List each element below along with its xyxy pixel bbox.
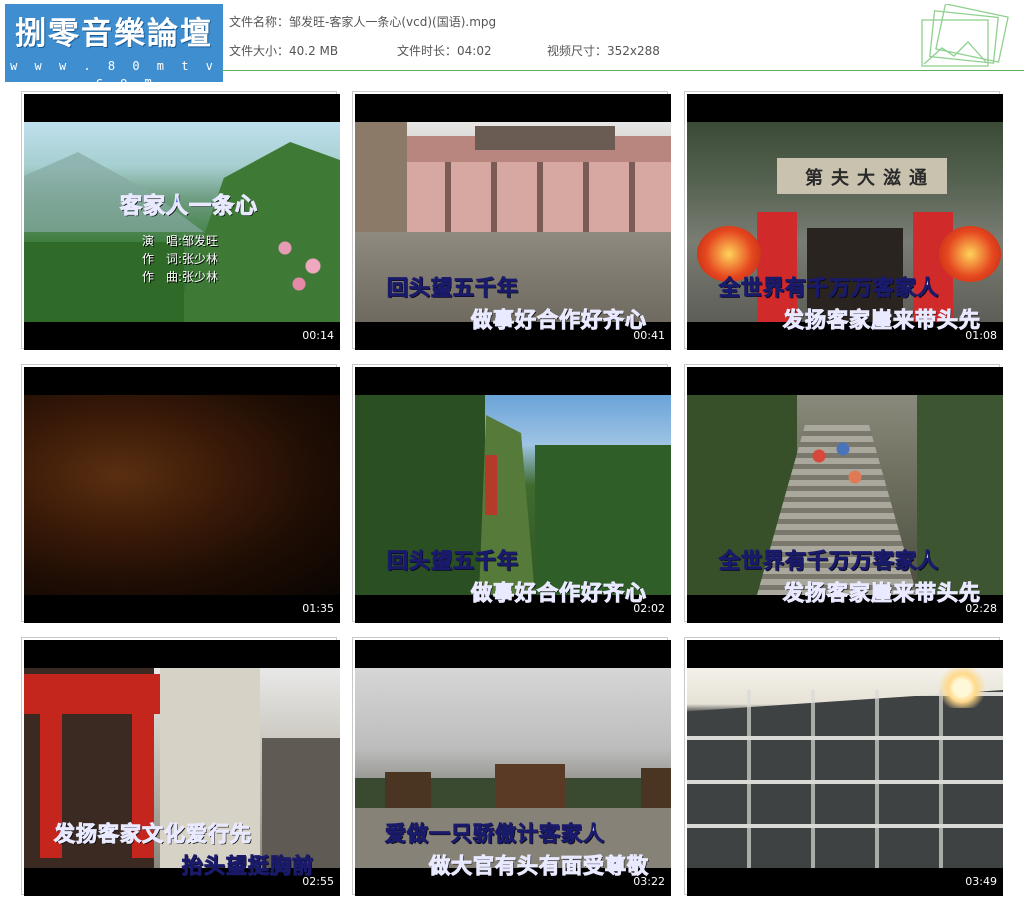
timestamp: 03:22 [633, 875, 665, 888]
lyric-line-2: 发扬客家崖来带头先 [783, 308, 981, 333]
file-size-label: 文件大小： [229, 44, 290, 58]
composer-credit: 作 曲:张少林 [142, 270, 219, 284]
thumbnail-0349[interactable]: 03:49 [684, 637, 1003, 896]
file-name-label: 文件名称： [229, 15, 290, 29]
lyric-line-1: 回头望五千年 [387, 276, 519, 301]
file-name-row: 文件名称：邹发旺-客家人一条心(vcd)(国语).mpg [229, 13, 496, 30]
timestamp: 00:41 [633, 329, 665, 342]
lyric-line-2: 抬头望挺胸前 [182, 854, 314, 879]
lyric-line-2: 发扬客家崖来带头先 [783, 581, 981, 606]
thumbnail-0135[interactable]: 01:35 [21, 364, 340, 623]
site-logo: 捌零音樂論壇 w w w . 8 0 m t v . c o m [5, 4, 223, 89]
thumbnail-0228[interactable]: 全世界有千万万客家人 发扬客家崖来带头先 02:28 [684, 364, 1003, 623]
lyric-line-1: 爱做一只骄傲计客家人 [385, 822, 605, 847]
lyric-line-1: 发扬客家文化爱行先 [54, 822, 252, 847]
thumbnail-0014[interactable]: 客家人一条心 演 唱:邹发旺 作 词:张少林 作 曲:张少林 00:14 [21, 91, 340, 350]
lyric-line-1: 全世界有千万万客家人 [719, 276, 939, 301]
hall-signboard: 第夫大滋通 [805, 168, 935, 189]
video-dims-label: 视频尺寸： [547, 44, 608, 58]
thumbnail-0255[interactable]: 发扬客家文化爱行先 抬头望挺胸前 02:55 [21, 637, 340, 896]
timestamp: 03:49 [965, 875, 997, 888]
picture-stack-icon [921, 4, 1009, 67]
song-credits: 演 唱:邹发旺 作 词:张少林 作 曲:张少林 [142, 232, 218, 286]
lyric-line-2: 做事好合作好齐心 [471, 308, 647, 333]
file-duration-label: 文件时长： [397, 44, 458, 58]
thumbnail-0202[interactable]: 回头望五千年 做事好合作好齐心 02:02 [352, 364, 671, 623]
song-title-caption: 客家人一条心 [119, 194, 259, 220]
file-duration-row: 文件时长：04:02 [397, 42, 492, 59]
file-size-row: 文件大小：40.2 MB [229, 42, 338, 59]
header-divider [222, 70, 1024, 71]
timestamp: 02:02 [633, 602, 665, 615]
logo-url: w w w . 8 0 m t v . c o m [10, 59, 218, 89]
lyric-line-2: 做大官有头有面受尊敬 [429, 854, 649, 879]
timestamp: 01:08 [965, 329, 997, 342]
logo-text: 捌零音樂論壇 [15, 16, 213, 52]
file-name-value: 邹发旺-客家人一条心(vcd)(国语).mpg [289, 15, 497, 29]
lyricist-credit: 作 词:张少林 [142, 252, 219, 266]
timestamp: 02:55 [302, 875, 334, 888]
lyric-line-2: 做事好合作好齐心 [471, 581, 647, 606]
thumbnail-0108[interactable]: 第夫大滋通 全世界有千万万客家人 发扬客家崖来带头先 01:08 [684, 91, 1003, 350]
thumbnail-0041[interactable]: 回头望五千年 做事好合作好齐心 00:41 [352, 91, 671, 350]
file-size-value: 40.2 MB [289, 44, 339, 58]
timestamp: 01:35 [302, 602, 334, 615]
file-duration-value: 04:02 [457, 44, 492, 58]
timestamp: 00:14 [302, 329, 334, 342]
video-dims-value: 352x288 [607, 44, 660, 58]
lyric-line-1: 回头望五千年 [387, 549, 519, 574]
video-dims-row: 视频尺寸：352x288 [547, 42, 660, 59]
timestamp: 02:28 [965, 602, 997, 615]
thumbnail-0322[interactable]: 爱做一只骄傲计客家人 做大官有头有面受尊敬 03:22 [352, 637, 671, 896]
lyric-line-1: 全世界有千万万客家人 [719, 549, 939, 574]
singer-credit: 演 唱:邹发旺 [142, 234, 219, 248]
